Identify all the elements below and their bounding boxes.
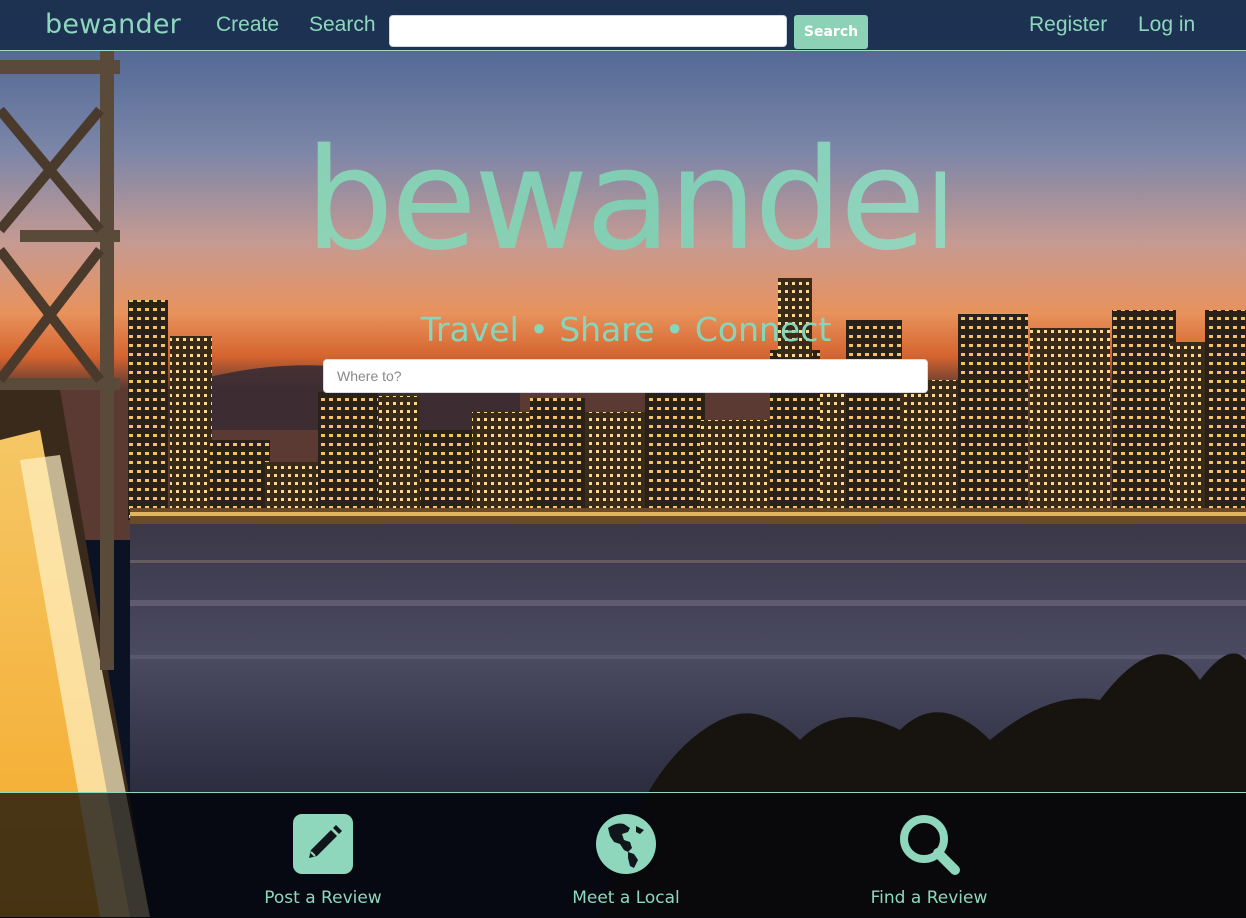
nav-create-link[interactable]: Create: [216, 12, 279, 38]
hero-logo-text: bewander: [305, 132, 945, 262]
hero-tagline: Travel • Share • Connect: [420, 310, 832, 349]
globe-americas-icon: [594, 812, 658, 876]
meet-local-label: Meet a Local: [572, 888, 680, 908]
brand-name: bewander: [45, 9, 181, 40]
pencil-square-icon: [291, 812, 355, 876]
navbar-search-button[interactable]: Search: [794, 15, 868, 49]
magnifier-icon: [897, 812, 961, 876]
post-review-feature[interactable]: Post a Review: [203, 793, 443, 918]
post-review-label: Post a Review: [264, 888, 382, 908]
nav-login-link[interactable]: Log in: [1138, 12, 1195, 38]
nav-register-link[interactable]: Register: [1029, 12, 1107, 38]
nav-search-link[interactable]: Search: [309, 12, 376, 38]
top-navbar: bewander Create Search Search Register L…: [0, 0, 1246, 51]
find-review-label: Find a Review: [870, 888, 988, 908]
brand-logo[interactable]: bewander: [45, 8, 181, 42]
destination-search-input[interactable]: [323, 359, 928, 393]
feature-bar: Post a Review Meet a Local Find a Review: [0, 792, 1246, 918]
hero-logo: bewander: [305, 119, 984, 282]
navbar-search-input[interactable]: [389, 15, 787, 47]
meet-local-feature[interactable]: Meet a Local: [506, 793, 746, 918]
find-review-feature[interactable]: Find a Review: [809, 793, 1049, 918]
